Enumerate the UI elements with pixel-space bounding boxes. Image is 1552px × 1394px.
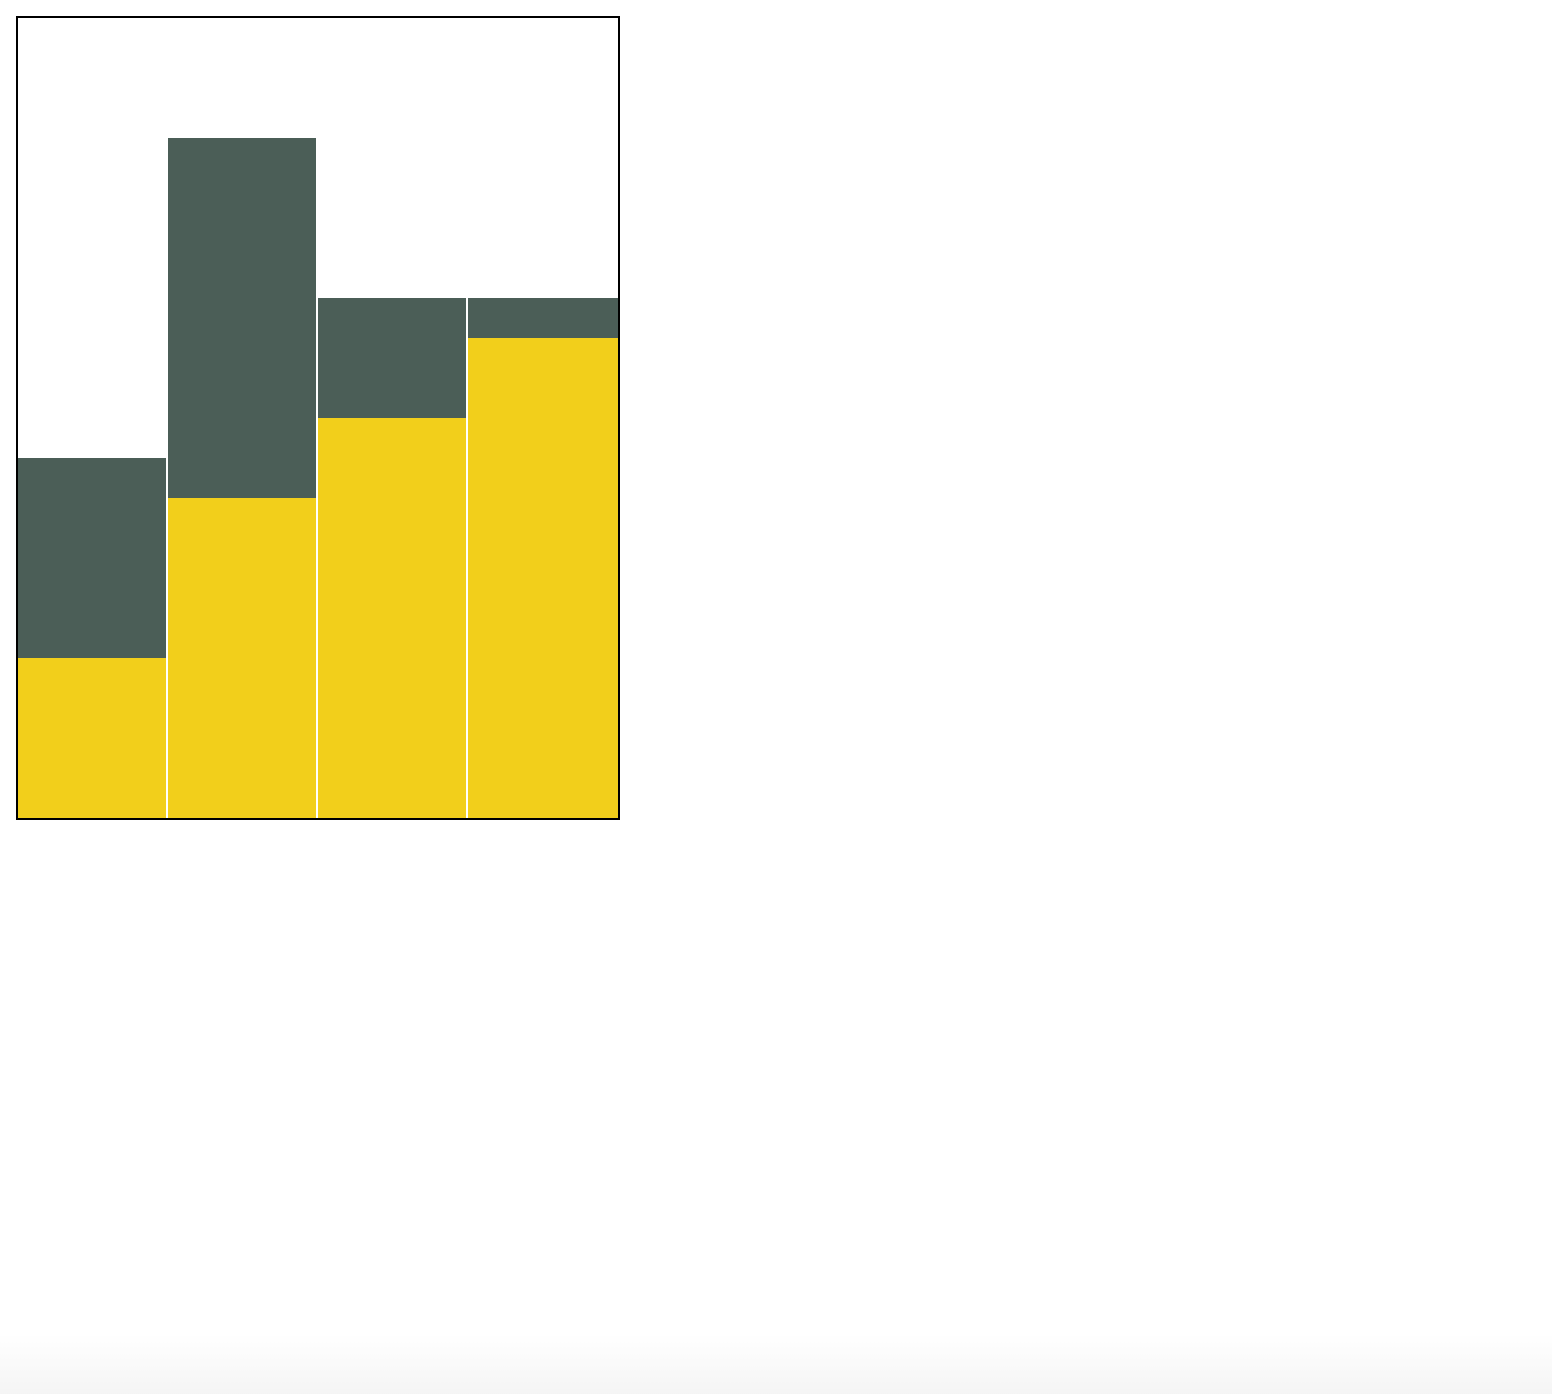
- bars-layer: [18, 138, 618, 818]
- bar-segment-series-2-category-1: [18, 458, 166, 658]
- bar-segment-series-2-category-2: [168, 138, 316, 498]
- bar-segment-series-1-category-4: [468, 338, 618, 818]
- page: [0, 0, 1552, 1394]
- bar-segment-series-2-category-4: [468, 298, 618, 338]
- bar-segment-series-1-category-1: [18, 658, 166, 818]
- stacked-bar-chart: [16, 16, 620, 820]
- bar-segment-series-1-category-3: [318, 418, 466, 818]
- bar-segment-series-2-category-3: [318, 298, 466, 418]
- bar-segment-series-1-category-2: [168, 498, 316, 818]
- bottom-shade: [0, 1334, 1552, 1394]
